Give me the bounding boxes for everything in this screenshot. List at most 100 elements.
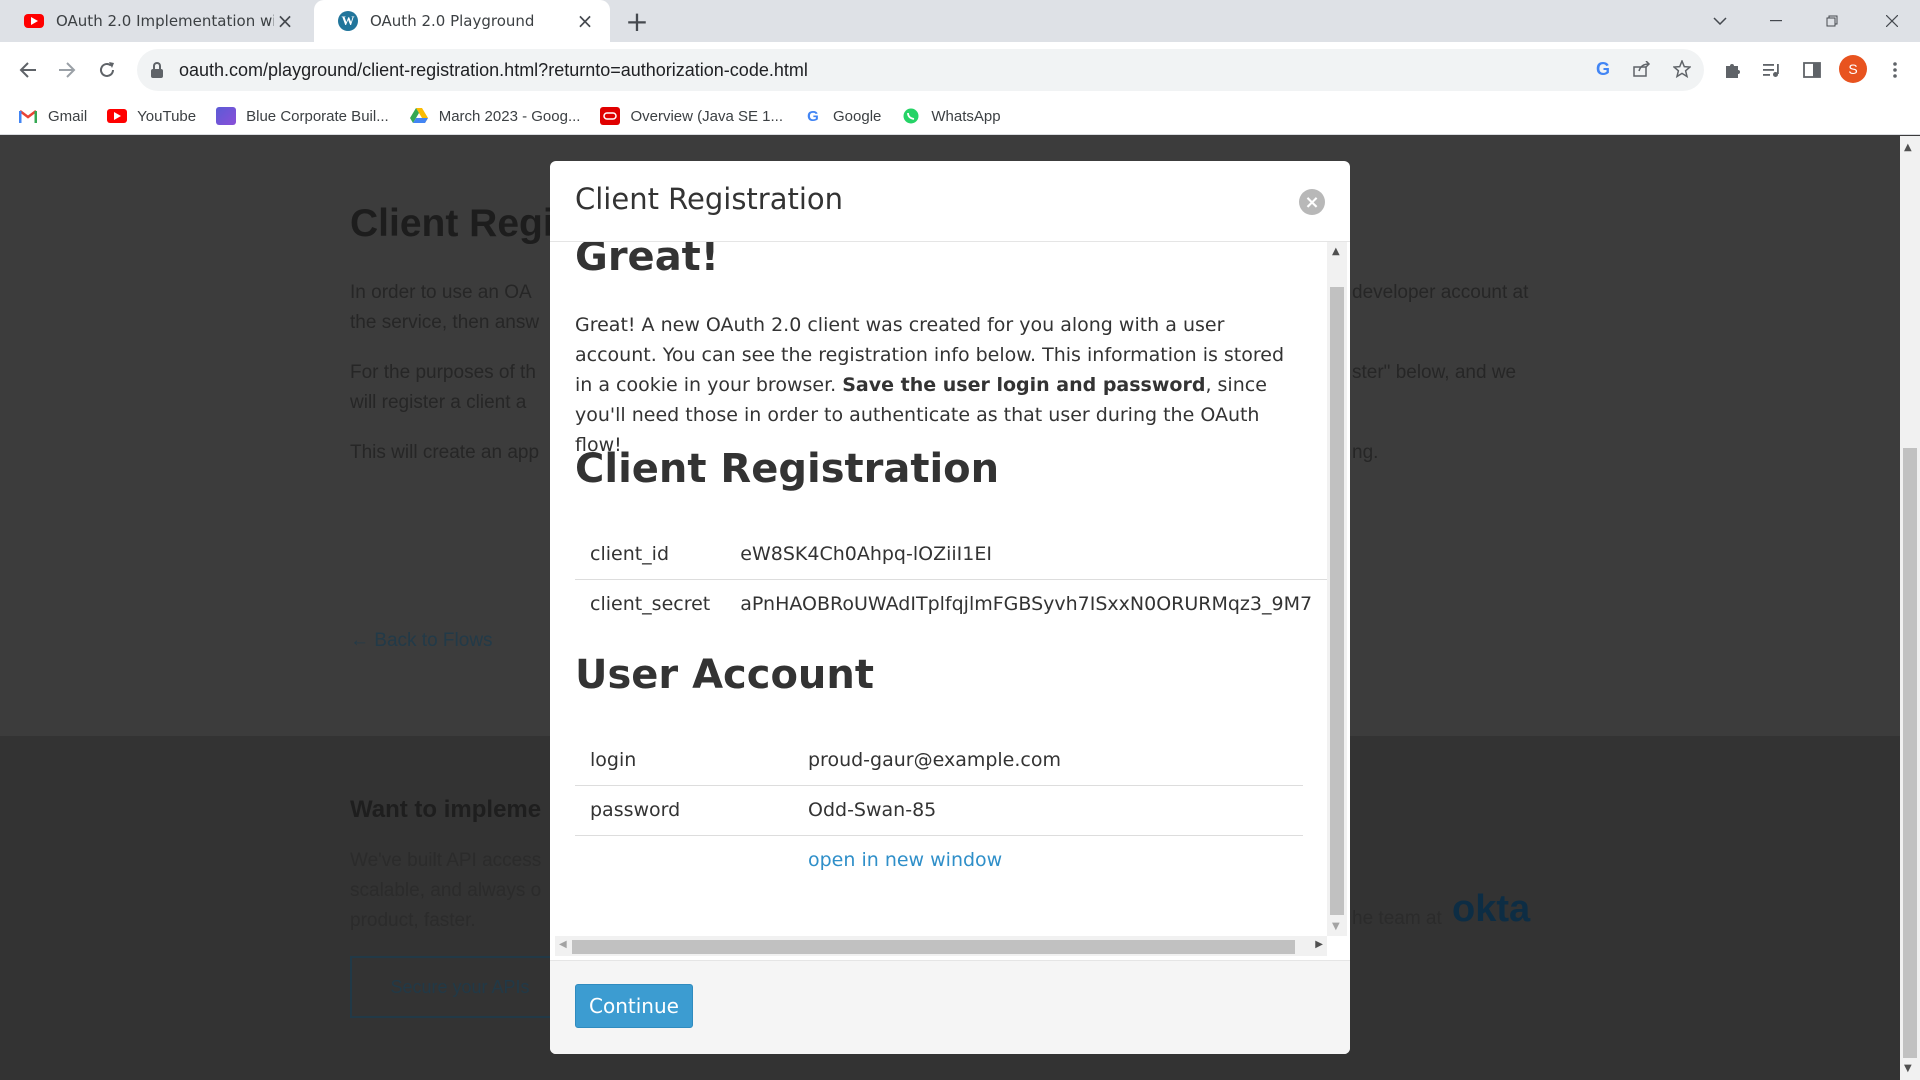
scroll-down-icon[interactable]: ▼ [1904,1063,1912,1074]
new-tab-button[interactable]: + [622,5,652,38]
footer-heading: Want to impleme [350,796,542,823]
bookmark-blue-corporate[interactable]: Blue Corporate Buil... [216,107,389,125]
page-scroll-thumb[interactable] [1903,448,1917,1058]
tab-strip: OAuth 2.0 Implementation with S × W OAut… [0,0,1920,42]
footer-text: scalable, and always o [350,880,542,901]
modal-horizontal-scroll-thumb[interactable] [572,940,1295,954]
browser-toolbar: oauth.com/playground/client-registration… [0,42,1920,98]
client-secret-value[interactable]: aPnHAOBRoUWAdITplfqjlmFGBSyvh7ISxxN0ORUR… [725,578,1328,629]
secure-apis-button[interactable]: Secure your APIs [350,956,570,1018]
table-row: open in new window [575,834,1303,885]
forward-arrow-icon[interactable] [49,52,85,88]
gmail-icon [18,107,38,125]
client-table: client_id eW8SK4Ch0Ahpq-lOZiiI1EI client… [575,529,1328,629]
google-drive-icon [409,107,429,125]
bookmark-java-overview[interactable]: Overview (Java SE 1... [600,107,783,125]
extensions-icon[interactable] [1717,55,1747,85]
back-to-flows-link[interactable]: ← Back to Flows [350,630,493,652]
google-icon: G [807,107,819,125]
okta-logo: okta [1452,888,1531,930]
modal-footer: Continue [550,960,1350,1054]
scroll-up-icon[interactable]: ▲ [1332,246,1340,257]
google-translate-icon[interactable]: G [1588,54,1618,84]
close-window-icon[interactable] [1864,0,1920,42]
oracle-icon [600,107,621,125]
password-value[interactable]: Odd-Swan-85 [793,784,1303,835]
scroll-up-icon[interactable]: ▲ [1904,142,1912,153]
table-row: client_secret aPnHAOBRoUWAdITplfqjlmFGBS… [575,578,1328,629]
footer-text: product, faster. [350,910,476,931]
page-text: This will create an app [350,442,540,463]
minimize-icon[interactable] [1748,0,1804,42]
side-panel-icon[interactable] [1797,55,1827,85]
modal-vertical-scrollbar[interactable]: ▲ ▼ [1327,242,1347,936]
bookmarks-bar: Gmail YouTube Blue Corporate Buil... Mar… [0,98,1920,135]
bookmark-youtube[interactable]: YouTube [107,108,196,125]
intro-paragraph: Great! A new OAuth 2.0 client was create… [575,314,1285,456]
back-arrow-icon[interactable] [10,52,46,88]
scroll-right-icon[interactable]: ▶ [1315,939,1323,950]
url-text[interactable]: oauth.com/playground/client-registration… [179,60,808,81]
client-secret-label: client_secret [575,578,726,629]
modal-header: Client Registration × [550,161,1350,242]
close-tab-icon[interactable]: × [574,9,596,33]
intro-bold: Save the user login and password [842,374,1206,396]
bookmark-whatsapp[interactable]: WhatsApp [901,107,1001,125]
page-text: will register a client a [350,392,527,413]
table-row: password Odd-Swan-85 [575,784,1303,835]
wordpress-icon: W [338,11,358,31]
modal-vertical-scroll-thumb[interactable] [1330,287,1344,915]
page-scrollbar[interactable]: ▲ ▼ [1900,136,1920,1080]
table-row: login proud-gaur@example.com [575,735,1303,785]
continue-button[interactable]: Continue [575,984,693,1028]
tab-title: OAuth 2.0 Implementation with S [56,12,274,30]
share-icon[interactable] [1627,54,1657,84]
youtube-icon [24,14,44,28]
page-title: Client Regi [350,202,554,245]
footer-text: We've built API access [350,850,542,871]
login-value[interactable]: proud-gaur@example.com [793,735,1303,785]
modal-body: Great! Great! A new OAuth 2.0 client was… [550,242,1350,960]
tab-oauth-playground[interactable]: W OAuth 2.0 Playground × [314,0,610,42]
page-text: For the purposes of th [350,362,536,383]
address-bar[interactable]: oauth.com/playground/client-registration… [137,49,1704,91]
media-queue-icon[interactable] [1757,55,1787,85]
page-text: the service, then answ [350,312,540,333]
bookmark-google[interactable]: G Google [803,107,881,125]
user-table: login proud-gaur@example.com password Od… [575,735,1303,885]
modal-title: Client Registration [575,182,844,216]
youtube-icon [107,109,128,123]
whatsapp-icon [901,107,921,125]
restore-icon[interactable] [1804,0,1860,42]
close-icon[interactable]: × [1299,189,1325,215]
close-tab-icon[interactable]: × [274,9,296,33]
page-text: ng. [1352,442,1379,463]
bookmark-star-icon[interactable] [1667,54,1697,84]
login-label: login [590,748,637,771]
blue-corporate-icon [216,107,237,125]
password-label: password [575,784,793,835]
bookmark-march-2023[interactable]: March 2023 - Goog... [409,107,580,125]
menu-kebab-icon[interactable] [1880,55,1910,85]
page-text: developer account at [1352,282,1529,303]
tab-youtube[interactable]: OAuth 2.0 Implementation with S × [0,0,310,42]
client-id-value[interactable]: eW8SK4Ch0Ahpq-lOZiiI1EI [725,529,1327,579]
success-heading: Great! [575,242,720,280]
page-text: ster" below, and we [1352,362,1517,383]
profile-avatar[interactable]: S [1839,55,1867,83]
reload-icon[interactable] [89,52,125,88]
table-row: client_id eW8SK4Ch0Ahpq-lOZiiI1EI [575,529,1327,579]
lock-icon[interactable] [151,62,165,78]
modal-horizontal-scrollbar[interactable]: ◀ ▶ [555,936,1327,956]
client-registration-heading: Client Registration [575,446,1000,492]
open-in-new-window-link[interactable]: open in new window [808,849,1002,871]
client-registration-modal: Client Registration × Great! Great! A ne… [550,161,1350,1054]
bookmark-gmail[interactable]: Gmail [18,107,87,125]
client-id-label: client_id [590,542,670,565]
tab-title: OAuth 2.0 Playground [370,12,535,30]
page-text: In order to use an OA [350,282,532,303]
tab-search-icon[interactable] [1692,0,1748,42]
footer-text: he team at [1352,908,1442,929]
scroll-down-icon[interactable]: ▼ [1332,921,1340,932]
scroll-left-icon[interactable]: ◀ [559,939,567,950]
